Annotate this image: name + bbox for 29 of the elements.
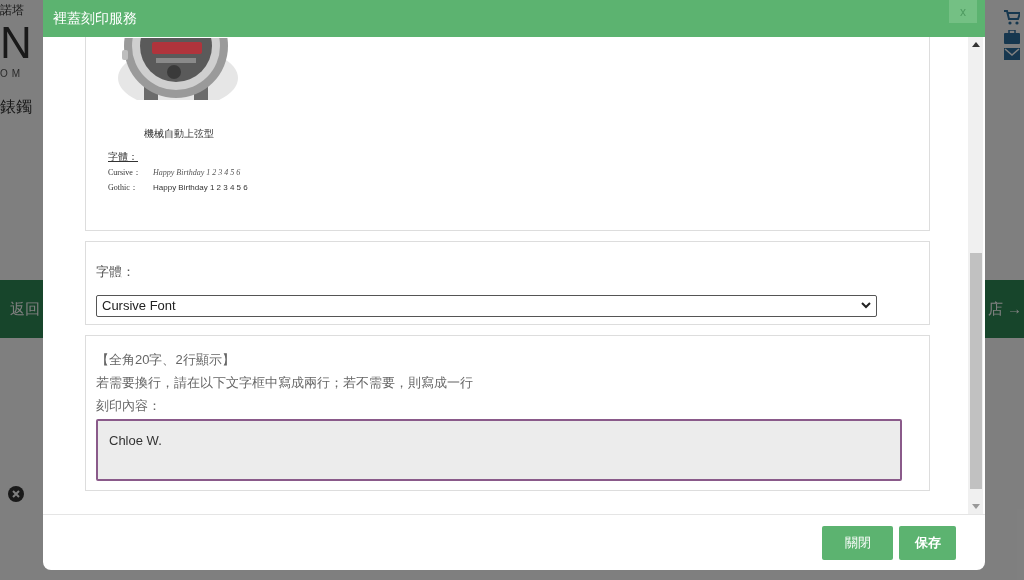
font-heading: 字體： [108,150,138,164]
font-select[interactable]: Cursive Font [96,294,877,317]
engraving-textarea[interactable]: Chloe W. [96,419,902,481]
mail-icon[interactable] [1004,48,1020,60]
sample-label: Cursive： [108,167,142,179]
logo-tagline: OM [0,67,25,81]
save-button[interactable]: 保存 [899,525,956,560]
sample-text: Happy Birthday 1 2 3 4 5 6 [153,182,248,194]
briefcase-icon[interactable] [1004,30,1020,44]
logo-text: N [0,20,32,66]
close-dialog-button[interactable]: 關閉 [822,525,893,560]
brand-name: 諾塔 [0,2,24,19]
font-label: 字體： [96,263,136,281]
scroll-down-icon[interactable] [971,504,980,509]
instruction-text: 刻印內容： [96,397,162,415]
scroll-up-icon[interactable] [971,42,980,47]
instruction-text: 【全角20字、2行顯示】 [96,351,236,369]
cart-icon[interactable] [1004,10,1020,26]
chevron-down-icon [861,302,871,309]
image-caption: 機械自動上弦型 [144,127,214,141]
sample-label: Gothic： [108,182,139,194]
back-link[interactable]: 返回 [10,297,40,321]
instruction-text: 若需要換行，請在以下文字框中寫成兩行；若不需要，則寫成一行 [96,374,474,392]
page-heading: 錶鐲 [0,97,32,117]
sample-text: Happy Birthday 1 2 3 4 5 6 [153,167,241,179]
close-circle-icon[interactable] [8,486,24,502]
modal-title: 裡蓋刻印服務 [53,9,137,28]
shop-link[interactable]: 店 → [987,297,1022,321]
scrollbar[interactable] [968,37,983,514]
